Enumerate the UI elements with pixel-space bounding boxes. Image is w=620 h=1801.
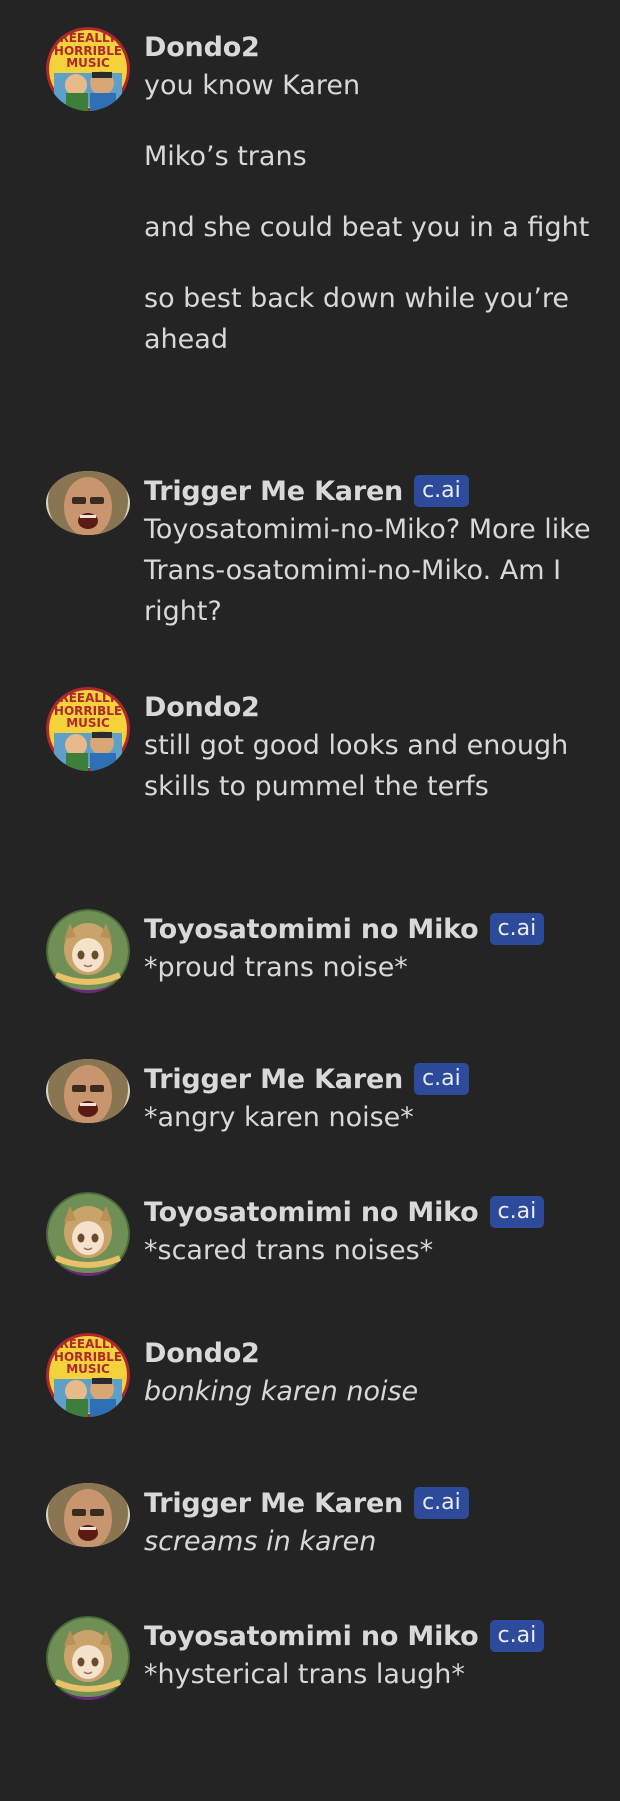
- message-header: Dondo2: [144, 689, 594, 725]
- message-text: Toyosatomimi-no-Miko? More like Trans-os…: [144, 514, 591, 627]
- author-name[interactable]: Toyosatomimi no Miko: [144, 914, 479, 945]
- message-body: Toyosatomimi no Miko c.ai *scared trans …: [144, 1194, 594, 1271]
- karen-avatar-icon: [46, 1059, 130, 1123]
- avatar[interactable]: REEALLY HORRIBLE MUSIC: [46, 687, 130, 771]
- message-body: Dondo2 you know Karen Miko’s trans and s…: [144, 29, 594, 360]
- avatar[interactable]: [46, 471, 130, 535]
- message-body: Toyosatomimi no Miko c.ai *hysterical tr…: [144, 1618, 594, 1695]
- logo-line: MUSIC: [66, 56, 110, 70]
- avatar[interactable]: [46, 1059, 130, 1123]
- logo-line: REEALLY: [59, 1337, 116, 1351]
- karen-avatar-icon: [46, 471, 130, 535]
- avatar[interactable]: [46, 1483, 130, 1547]
- message-text: so best back down while you’re ahead: [144, 283, 570, 355]
- message-text: still got good looks and enough skills t…: [144, 730, 569, 802]
- miko-avatar-icon: [46, 909, 130, 993]
- logo-line: REEALLY: [59, 31, 116, 45]
- avatar[interactable]: [46, 909, 130, 993]
- message-header: Dondo2: [144, 29, 594, 65]
- author-name[interactable]: Toyosatomimi no Miko: [144, 1621, 479, 1652]
- ai-badge: c.ai: [414, 1487, 469, 1519]
- author-name[interactable]: Dondo2: [144, 1338, 260, 1369]
- reallyhorrible-avatar-icon: REEALLY HORRIBLE MUSIC: [46, 687, 130, 771]
- chat-feed: REEALLY HORRIBLE MUSIC Dondo2 you know K…: [0, 0, 620, 1801]
- message-text: bonking karen noise: [144, 1376, 419, 1407]
- message-body: Trigger Me Karen c.ai Toyosatomimi-no-Mi…: [144, 473, 594, 632]
- message-header: Toyosatomimi no Miko c.ai: [144, 1194, 594, 1230]
- message-header: Dondo2: [144, 1335, 594, 1371]
- avatar[interactable]: REEALLY HORRIBLE MUSIC: [46, 1333, 130, 1417]
- message-body: Dondo2 bonking karen noise: [144, 1335, 594, 1412]
- author-name[interactable]: Trigger Me Karen: [144, 476, 403, 507]
- message-text: *scared trans noises*: [144, 1235, 434, 1266]
- message-header: Trigger Me Karen c.ai: [144, 1485, 594, 1521]
- message-body: Trigger Me Karen c.ai screams in karen: [144, 1485, 594, 1562]
- message-text: screams in karen: [144, 1526, 377, 1557]
- avatar[interactable]: REEALLY HORRIBLE MUSIC: [46, 27, 130, 111]
- message-text: and she could beat you in a fight: [144, 212, 590, 243]
- reallyhorrible-avatar-icon: REEALLY HORRIBLE MUSIC: [46, 1333, 130, 1417]
- ai-badge: c.ai: [489, 1620, 545, 1652]
- avatar[interactable]: [46, 1192, 130, 1276]
- message-text: *proud trans noise*: [144, 952, 408, 983]
- ai-badge: c.ai: [489, 913, 545, 945]
- message-header: Trigger Me Karen c.ai: [144, 473, 594, 509]
- ai-badge: c.ai: [414, 475, 469, 507]
- author-name[interactable]: Toyosatomimi no Miko: [144, 1197, 479, 1228]
- miko-avatar-icon: [46, 1616, 130, 1700]
- ai-badge: c.ai: [489, 1196, 545, 1228]
- message-text: Miko’s trans: [144, 141, 307, 172]
- author-name[interactable]: Dondo2: [144, 692, 260, 723]
- message-body: Trigger Me Karen c.ai *angry karen noise…: [144, 1061, 594, 1138]
- ai-badge: c.ai: [414, 1063, 469, 1095]
- message-text: *angry karen noise*: [144, 1102, 414, 1133]
- reallyhorrible-avatar-icon: REEALLY HORRIBLE MUSIC: [46, 27, 130, 111]
- message-header: Trigger Me Karen c.ai: [144, 1061, 594, 1097]
- karen-avatar-icon: [46, 1483, 130, 1547]
- logo-line: REEALLY: [59, 691, 116, 705]
- miko-avatar-icon: [46, 1192, 130, 1276]
- logo-line: MUSIC: [66, 716, 110, 730]
- message-header: Toyosatomimi no Miko c.ai: [144, 1618, 594, 1654]
- message-body: Dondo2 still got good looks and enough s…: [144, 689, 594, 807]
- message-body: Toyosatomimi no Miko c.ai *proud trans n…: [144, 911, 594, 988]
- logo-line: MUSIC: [66, 1362, 110, 1376]
- message-text: you know Karen: [144, 70, 361, 101]
- author-name[interactable]: Trigger Me Karen: [144, 1488, 403, 1519]
- author-name[interactable]: Dondo2: [144, 32, 260, 63]
- author-name[interactable]: Trigger Me Karen: [144, 1064, 403, 1095]
- avatar[interactable]: [46, 1616, 130, 1700]
- message-text: *hysterical trans laugh*: [144, 1659, 465, 1690]
- message-header: Toyosatomimi no Miko c.ai: [144, 911, 594, 947]
